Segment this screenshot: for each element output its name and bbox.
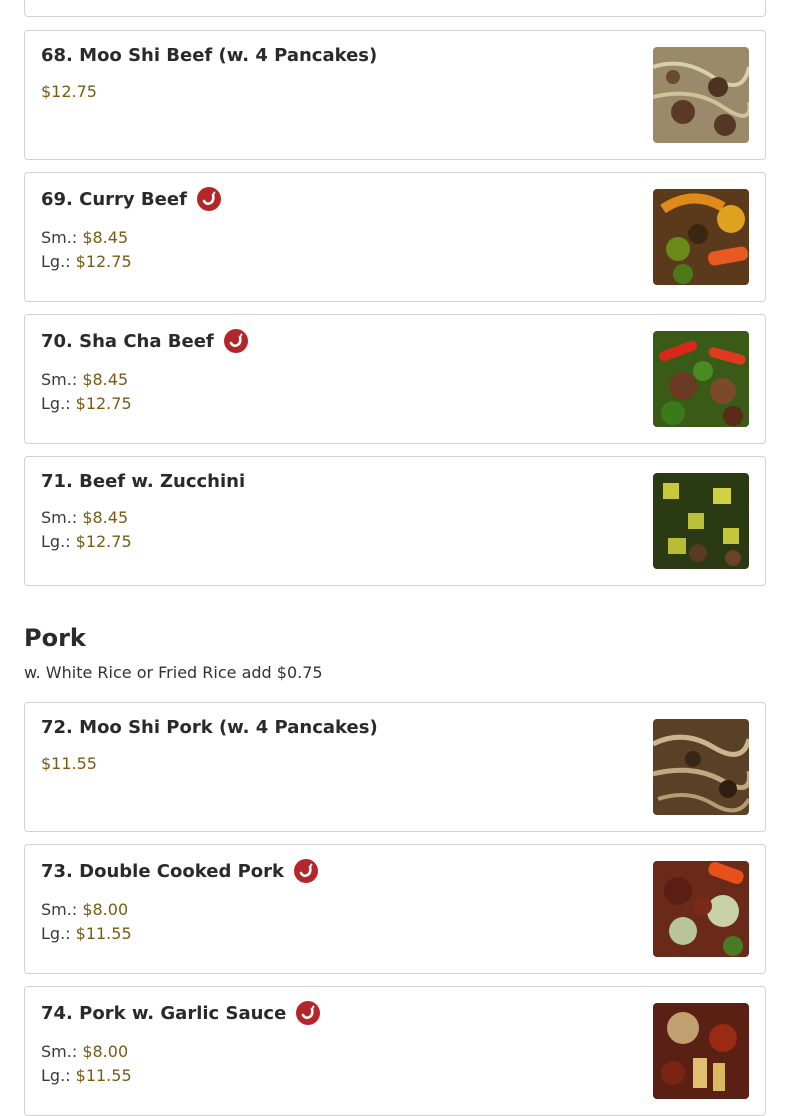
menu-item-card[interactable]: 69. Curry Beef Sm.: $8.45 Lg.: $12.75 — [24, 172, 766, 302]
price-line-large: Lg.: $12.75 — [41, 394, 132, 413]
price-value: $11.55 — [41, 754, 97, 773]
menu-item-card[interactable]: 74. Pork w. Garlic Sauce Sm.: $8.00 Lg.:… — [24, 986, 766, 1116]
chili-pepper-icon — [296, 1001, 321, 1025]
dish-photo — [653, 331, 749, 427]
chili-pepper-icon — [223, 329, 248, 353]
item-name: 72. Moo Shi Pork (w. 4 Pancakes) — [41, 717, 378, 738]
section-subtitle: w. White Rice or Fried Rice add $0.75 — [24, 663, 323, 682]
item-name: 71. Beef w. Zucchini — [41, 471, 246, 492]
menu-item-card[interactable]: 72. Moo Shi Pork (w. 4 Pancakes) $11.55 — [24, 702, 766, 832]
menu-item-card[interactable]: 71. Beef w. Zucchini Sm.: $8.45 Lg.: $12… — [24, 456, 766, 586]
price-line-small: Sm.: $8.00 — [41, 1042, 129, 1061]
item-name: 74. Pork w. Garlic Sauce — [41, 1001, 321, 1025]
menu-item-card-partial[interactable] — [24, 0, 766, 17]
dish-photo — [653, 719, 749, 815]
price-value: $12.75 — [41, 82, 97, 101]
price-line-large: Lg.: $11.55 — [41, 924, 132, 943]
dish-photo — [653, 861, 749, 957]
price-line-large: Lg.: $12.75 — [41, 252, 132, 271]
menu-item-card[interactable]: 73. Double Cooked Pork Sm.: $8.00 Lg.: $… — [24, 844, 766, 974]
item-name: 68. Moo Shi Beef (w. 4 Pancakes) — [41, 45, 378, 66]
menu-item-card[interactable]: 70. Sha Cha Beef Sm.: $8.45 Lg.: $12.75 — [24, 314, 766, 444]
dish-photo — [653, 47, 749, 143]
section-title: Pork — [24, 624, 86, 652]
price-line-small: Sm.: $8.00 — [41, 900, 129, 919]
price-line: $11.55 — [41, 754, 97, 773]
chili-pepper-icon — [294, 859, 318, 883]
menu-item-card[interactable]: 68. Moo Shi Beef (w. 4 Pancakes) $12.75 — [24, 30, 766, 160]
price-line-large: Lg.: $12.75 — [41, 532, 132, 551]
price-line-large: Lg.: $11.55 — [41, 1066, 132, 1085]
dish-photo — [653, 473, 749, 569]
price-line-small: Sm.: $8.45 — [41, 508, 129, 527]
item-name: 69. Curry Beef — [41, 187, 221, 211]
dish-photo — [653, 1003, 749, 1099]
price-line: $12.75 — [41, 82, 97, 101]
dish-photo — [653, 189, 749, 285]
price-line-small: Sm.: $8.45 — [41, 370, 129, 389]
chili-pepper-icon — [196, 187, 221, 211]
price-line-small: Sm.: $8.45 — [41, 228, 129, 247]
item-name: 73. Double Cooked Pork — [41, 859, 318, 883]
item-name: 70. Sha Cha Beef — [41, 329, 248, 353]
